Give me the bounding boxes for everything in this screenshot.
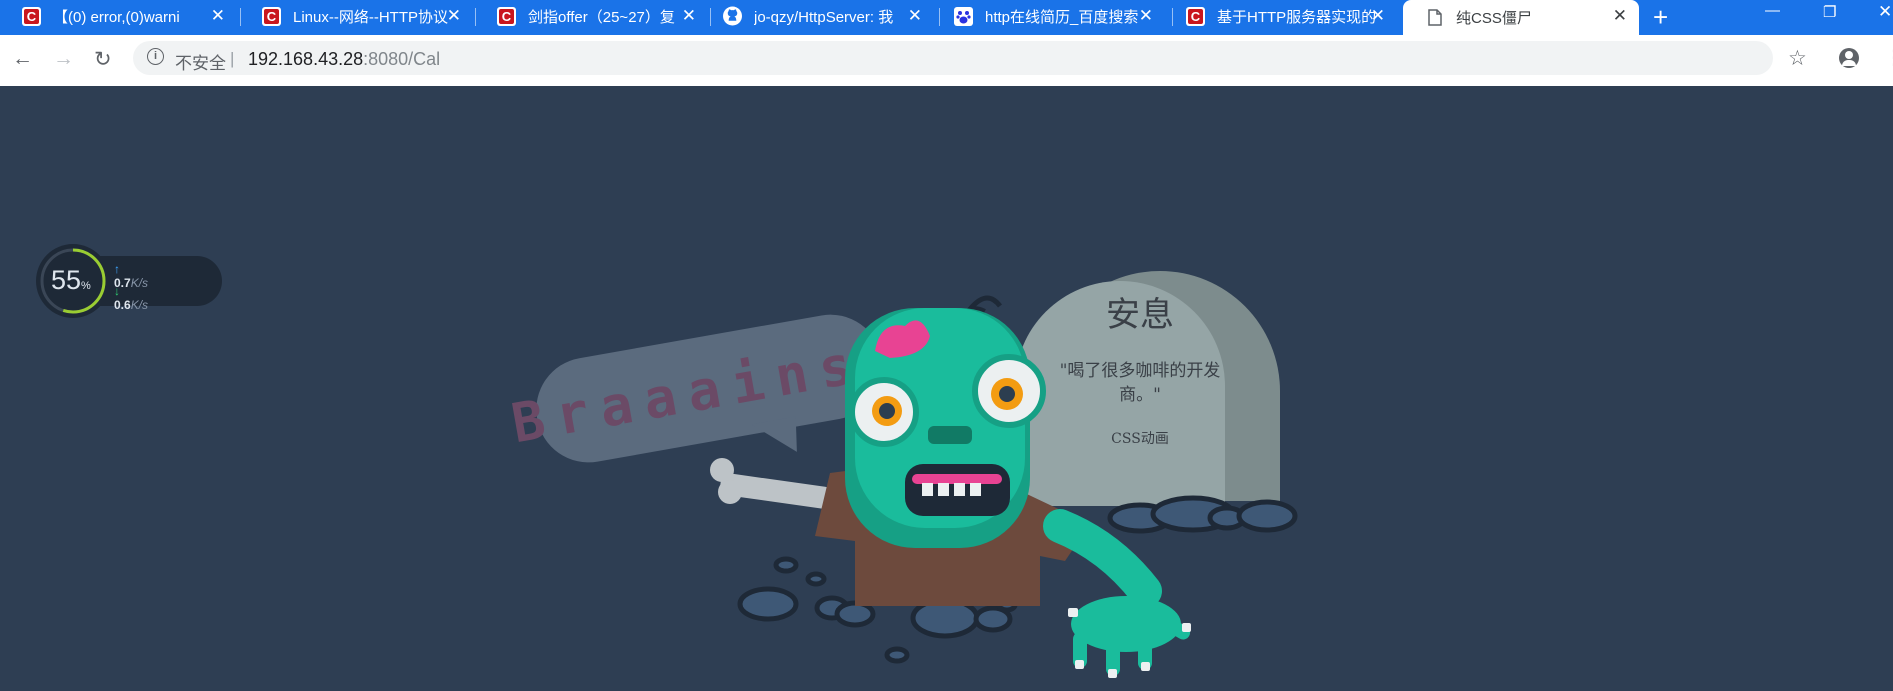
csdn-icon: C [497, 6, 516, 26]
tomb-quote-line1: "喝了很多咖啡的开发 [1060, 361, 1221, 381]
tomb-title: 安息 [1106, 295, 1174, 335]
back-icon[interactable]: ← [12, 47, 33, 71]
bookmark-star-icon[interactable]: ☆ [1788, 46, 1807, 71]
security-label[interactable]: 不安全 [175, 49, 226, 74]
github-icon [723, 6, 742, 26]
new-tab-button[interactable]: + [1653, 2, 1668, 33]
browser-toolbar: ← → ↻ i 不安全 | 192.168.43.28:8080/Cal ☆ ⋮ [0, 35, 1893, 86]
reload-icon[interactable]: ↻ [94, 47, 112, 72]
close-icon[interactable]: ✕ [447, 6, 461, 26]
close-icon[interactable]: ✕ [908, 6, 922, 26]
tomb-quote-line2: 商。" [1119, 385, 1161, 405]
tab-2[interactable]: C Linux--网络--HTTP协议 ✕ [240, 0, 473, 32]
upload-arrow-icon: ↑ [114, 262, 120, 276]
baidu-icon [954, 6, 973, 26]
tab-1[interactable]: C 【(0) error,(0)warni ✕ [0, 0, 237, 32]
tab-6[interactable]: C 基于HTTP服务器实现的 ✕ [1164, 0, 1397, 32]
tab-title: 纯CSS僵尸 [1456, 10, 1532, 27]
usage-gauge: 55% [36, 244, 110, 318]
tab-title: 【(0) error,(0)warni [53, 8, 180, 26]
window-close-button[interactable]: ✕ [1878, 2, 1892, 22]
address-separator: | [230, 49, 235, 68]
usage-percent-unit: % [81, 280, 91, 292]
csdn-icon: C [262, 6, 281, 26]
page-canvas: Braaains! 安息 "喝了很多咖啡的开发 商。" CSS动画 55% ↑ … [0, 86, 1893, 691]
tab-title: 剑指offer（25~27）复 [528, 8, 675, 26]
download-arrow-icon: ↓ [114, 284, 120, 298]
tab-title: jo-qzy/HttpServer: 我 [754, 8, 894, 26]
close-icon[interactable]: ✕ [1613, 6, 1627, 26]
bone-arm [710, 458, 832, 509]
url-text[interactable]: 192.168.43.28:8080/Cal [248, 49, 440, 70]
tab-5[interactable]: http在线简历_百度搜索 ✕ [932, 0, 1165, 32]
zombie-right-arm [1043, 509, 1191, 678]
minimize-button[interactable]: — [1765, 2, 1780, 19]
tab-strip: C 【(0) error,(0)warni ✕ C Linux--网络--HTT… [0, 0, 1893, 35]
csdn-icon: C [1186, 6, 1205, 26]
url-path: :8080/Cal [363, 49, 441, 69]
zombie-head [845, 295, 1046, 548]
tab-active[interactable]: 纯CSS僵尸 ✕ [1403, 0, 1639, 35]
page-icon [1425, 8, 1444, 27]
profile-icon[interactable] [1839, 48, 1859, 68]
usage-percent: 55% [51, 265, 91, 296]
usage-percent-value: 55 [51, 265, 82, 295]
forward-icon[interactable]: → [53, 47, 74, 71]
restore-button[interactable]: ❐ [1823, 3, 1836, 21]
info-icon[interactable]: i [147, 48, 164, 65]
tab-3[interactable]: C 剑指offer（25~27）复 ✕ [475, 0, 708, 32]
tab-4[interactable]: jo-qzy/HttpServer: 我 ✕ [701, 0, 934, 32]
tomb-caption: CSS动画 [1111, 431, 1169, 447]
tab-title: 基于HTTP服务器实现的 [1217, 8, 1377, 26]
close-icon[interactable]: ✕ [1371, 6, 1385, 26]
close-icon[interactable]: ✕ [211, 6, 225, 26]
address-bar[interactable]: i 不安全 | 192.168.43.28:8080/Cal [133, 41, 1773, 75]
zombie-scene: Braaains! 安息 "喝了很多咖啡的开发 商。" CSS动画 [507, 271, 1298, 678]
close-icon[interactable]: ✕ [1139, 6, 1153, 26]
url-host: 192.168.43.28 [248, 49, 364, 69]
tab-title: Linux--网络--HTTP协议 [293, 8, 449, 26]
download-speed: ↓ 0.6K/s [114, 284, 148, 312]
tab-title: http在线简历_百度搜索 [985, 8, 1139, 26]
menu-icon[interactable]: ⋮ [1884, 45, 1893, 70]
download-unit: K/s [130, 298, 149, 312]
close-icon[interactable]: ✕ [682, 6, 696, 26]
csdn-icon: C [22, 6, 41, 26]
download-value: 0.6 [114, 298, 131, 312]
